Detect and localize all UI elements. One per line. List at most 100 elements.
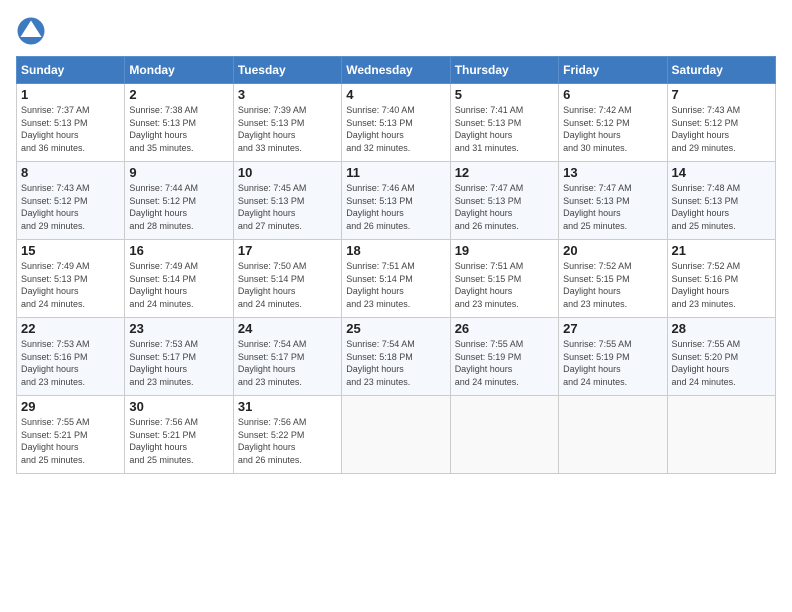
day-number: 29 [21,399,120,414]
day-info: Sunrise: 7:47 AMSunset: 5:13 PMDaylight … [455,183,524,231]
day-number: 15 [21,243,120,258]
calendar-cell [559,396,667,474]
day-number: 11 [346,165,445,180]
header-row: SundayMondayTuesdayWednesdayThursdayFrid… [17,57,776,84]
calendar-cell: 27 Sunrise: 7:55 AMSunset: 5:19 PMDaylig… [559,318,667,396]
logo-icon [16,16,46,46]
calendar-cell: 3 Sunrise: 7:39 AMSunset: 5:13 PMDayligh… [233,84,341,162]
calendar-row: 1 Sunrise: 7:37 AMSunset: 5:13 PMDayligh… [17,84,776,162]
logo [16,16,50,46]
day-info: Sunrise: 7:50 AMSunset: 5:14 PMDaylight … [238,261,307,309]
day-number: 5 [455,87,554,102]
calendar-cell: 5 Sunrise: 7:41 AMSunset: 5:13 PMDayligh… [450,84,558,162]
calendar-cell: 30 Sunrise: 7:56 AMSunset: 5:21 PMDaylig… [125,396,233,474]
calendar-cell: 25 Sunrise: 7:54 AMSunset: 5:18 PMDaylig… [342,318,450,396]
page-container: SundayMondayTuesdayWednesdayThursdayFrid… [0,0,792,482]
day-number: 24 [238,321,337,336]
day-info: Sunrise: 7:52 AMSunset: 5:15 PMDaylight … [563,261,632,309]
day-info: Sunrise: 7:48 AMSunset: 5:13 PMDaylight … [672,183,741,231]
calendar-cell: 1 Sunrise: 7:37 AMSunset: 5:13 PMDayligh… [17,84,125,162]
day-header-thursday: Thursday [450,57,558,84]
day-info: Sunrise: 7:40 AMSunset: 5:13 PMDaylight … [346,105,415,153]
day-info: Sunrise: 7:49 AMSunset: 5:13 PMDaylight … [21,261,90,309]
day-number: 16 [129,243,228,258]
day-info: Sunrise: 7:54 AMSunset: 5:17 PMDaylight … [238,339,307,387]
calendar-cell: 18 Sunrise: 7:51 AMSunset: 5:14 PMDaylig… [342,240,450,318]
day-number: 21 [672,243,771,258]
day-number: 2 [129,87,228,102]
calendar-row: 29 Sunrise: 7:55 AMSunset: 5:21 PMDaylig… [17,396,776,474]
day-number: 13 [563,165,662,180]
day-info: Sunrise: 7:41 AMSunset: 5:13 PMDaylight … [455,105,524,153]
day-info: Sunrise: 7:56 AMSunset: 5:21 PMDaylight … [129,417,198,465]
calendar-cell: 11 Sunrise: 7:46 AMSunset: 5:13 PMDaylig… [342,162,450,240]
calendar-cell: 6 Sunrise: 7:42 AMSunset: 5:12 PMDayligh… [559,84,667,162]
calendar-cell: 9 Sunrise: 7:44 AMSunset: 5:12 PMDayligh… [125,162,233,240]
day-header-wednesday: Wednesday [342,57,450,84]
calendar-row: 15 Sunrise: 7:49 AMSunset: 5:13 PMDaylig… [17,240,776,318]
calendar-cell: 8 Sunrise: 7:43 AMSunset: 5:12 PMDayligh… [17,162,125,240]
calendar-cell: 22 Sunrise: 7:53 AMSunset: 5:16 PMDaylig… [17,318,125,396]
day-info: Sunrise: 7:47 AMSunset: 5:13 PMDaylight … [563,183,632,231]
day-info: Sunrise: 7:55 AMSunset: 5:19 PMDaylight … [455,339,524,387]
calendar-row: 8 Sunrise: 7:43 AMSunset: 5:12 PMDayligh… [17,162,776,240]
calendar-cell: 20 Sunrise: 7:52 AMSunset: 5:15 PMDaylig… [559,240,667,318]
day-number: 30 [129,399,228,414]
day-number: 10 [238,165,337,180]
day-number: 12 [455,165,554,180]
day-number: 7 [672,87,771,102]
day-number: 6 [563,87,662,102]
calendar-cell [450,396,558,474]
day-number: 8 [21,165,120,180]
day-info: Sunrise: 7:53 AMSunset: 5:16 PMDaylight … [21,339,90,387]
day-header-monday: Monday [125,57,233,84]
day-info: Sunrise: 7:55 AMSunset: 5:19 PMDaylight … [563,339,632,387]
day-header-saturday: Saturday [667,57,775,84]
day-info: Sunrise: 7:38 AMSunset: 5:13 PMDaylight … [129,105,198,153]
day-number: 4 [346,87,445,102]
day-number: 1 [21,87,120,102]
day-header-tuesday: Tuesday [233,57,341,84]
calendar-cell: 24 Sunrise: 7:54 AMSunset: 5:17 PMDaylig… [233,318,341,396]
calendar-cell: 4 Sunrise: 7:40 AMSunset: 5:13 PMDayligh… [342,84,450,162]
day-number: 25 [346,321,445,336]
calendar-cell: 2 Sunrise: 7:38 AMSunset: 5:13 PMDayligh… [125,84,233,162]
day-number: 26 [455,321,554,336]
day-number: 17 [238,243,337,258]
calendar-cell: 12 Sunrise: 7:47 AMSunset: 5:13 PMDaylig… [450,162,558,240]
day-number: 3 [238,87,337,102]
day-number: 31 [238,399,337,414]
day-info: Sunrise: 7:45 AMSunset: 5:13 PMDaylight … [238,183,307,231]
day-info: Sunrise: 7:44 AMSunset: 5:12 PMDaylight … [129,183,198,231]
calendar-row: 22 Sunrise: 7:53 AMSunset: 5:16 PMDaylig… [17,318,776,396]
day-number: 27 [563,321,662,336]
day-info: Sunrise: 7:55 AMSunset: 5:20 PMDaylight … [672,339,741,387]
day-header-sunday: Sunday [17,57,125,84]
day-info: Sunrise: 7:52 AMSunset: 5:16 PMDaylight … [672,261,741,309]
day-info: Sunrise: 7:43 AMSunset: 5:12 PMDaylight … [21,183,90,231]
day-number: 22 [21,321,120,336]
calendar-cell: 23 Sunrise: 7:53 AMSunset: 5:17 PMDaylig… [125,318,233,396]
calendar-cell: 21 Sunrise: 7:52 AMSunset: 5:16 PMDaylig… [667,240,775,318]
day-info: Sunrise: 7:53 AMSunset: 5:17 PMDaylight … [129,339,198,387]
day-info: Sunrise: 7:54 AMSunset: 5:18 PMDaylight … [346,339,415,387]
day-info: Sunrise: 7:42 AMSunset: 5:12 PMDaylight … [563,105,632,153]
day-info: Sunrise: 7:49 AMSunset: 5:14 PMDaylight … [129,261,198,309]
day-number: 20 [563,243,662,258]
day-info: Sunrise: 7:56 AMSunset: 5:22 PMDaylight … [238,417,307,465]
day-number: 28 [672,321,771,336]
day-info: Sunrise: 7:43 AMSunset: 5:12 PMDaylight … [672,105,741,153]
calendar-cell: 19 Sunrise: 7:51 AMSunset: 5:15 PMDaylig… [450,240,558,318]
calendar-cell: 13 Sunrise: 7:47 AMSunset: 5:13 PMDaylig… [559,162,667,240]
calendar-cell: 7 Sunrise: 7:43 AMSunset: 5:12 PMDayligh… [667,84,775,162]
calendar-table: SundayMondayTuesdayWednesdayThursdayFrid… [16,56,776,474]
calendar-cell: 29 Sunrise: 7:55 AMSunset: 5:21 PMDaylig… [17,396,125,474]
calendar-cell: 17 Sunrise: 7:50 AMSunset: 5:14 PMDaylig… [233,240,341,318]
calendar-cell: 31 Sunrise: 7:56 AMSunset: 5:22 PMDaylig… [233,396,341,474]
day-number: 19 [455,243,554,258]
day-number: 14 [672,165,771,180]
day-info: Sunrise: 7:39 AMSunset: 5:13 PMDaylight … [238,105,307,153]
day-info: Sunrise: 7:46 AMSunset: 5:13 PMDaylight … [346,183,415,231]
calendar-cell: 16 Sunrise: 7:49 AMSunset: 5:14 PMDaylig… [125,240,233,318]
day-number: 23 [129,321,228,336]
